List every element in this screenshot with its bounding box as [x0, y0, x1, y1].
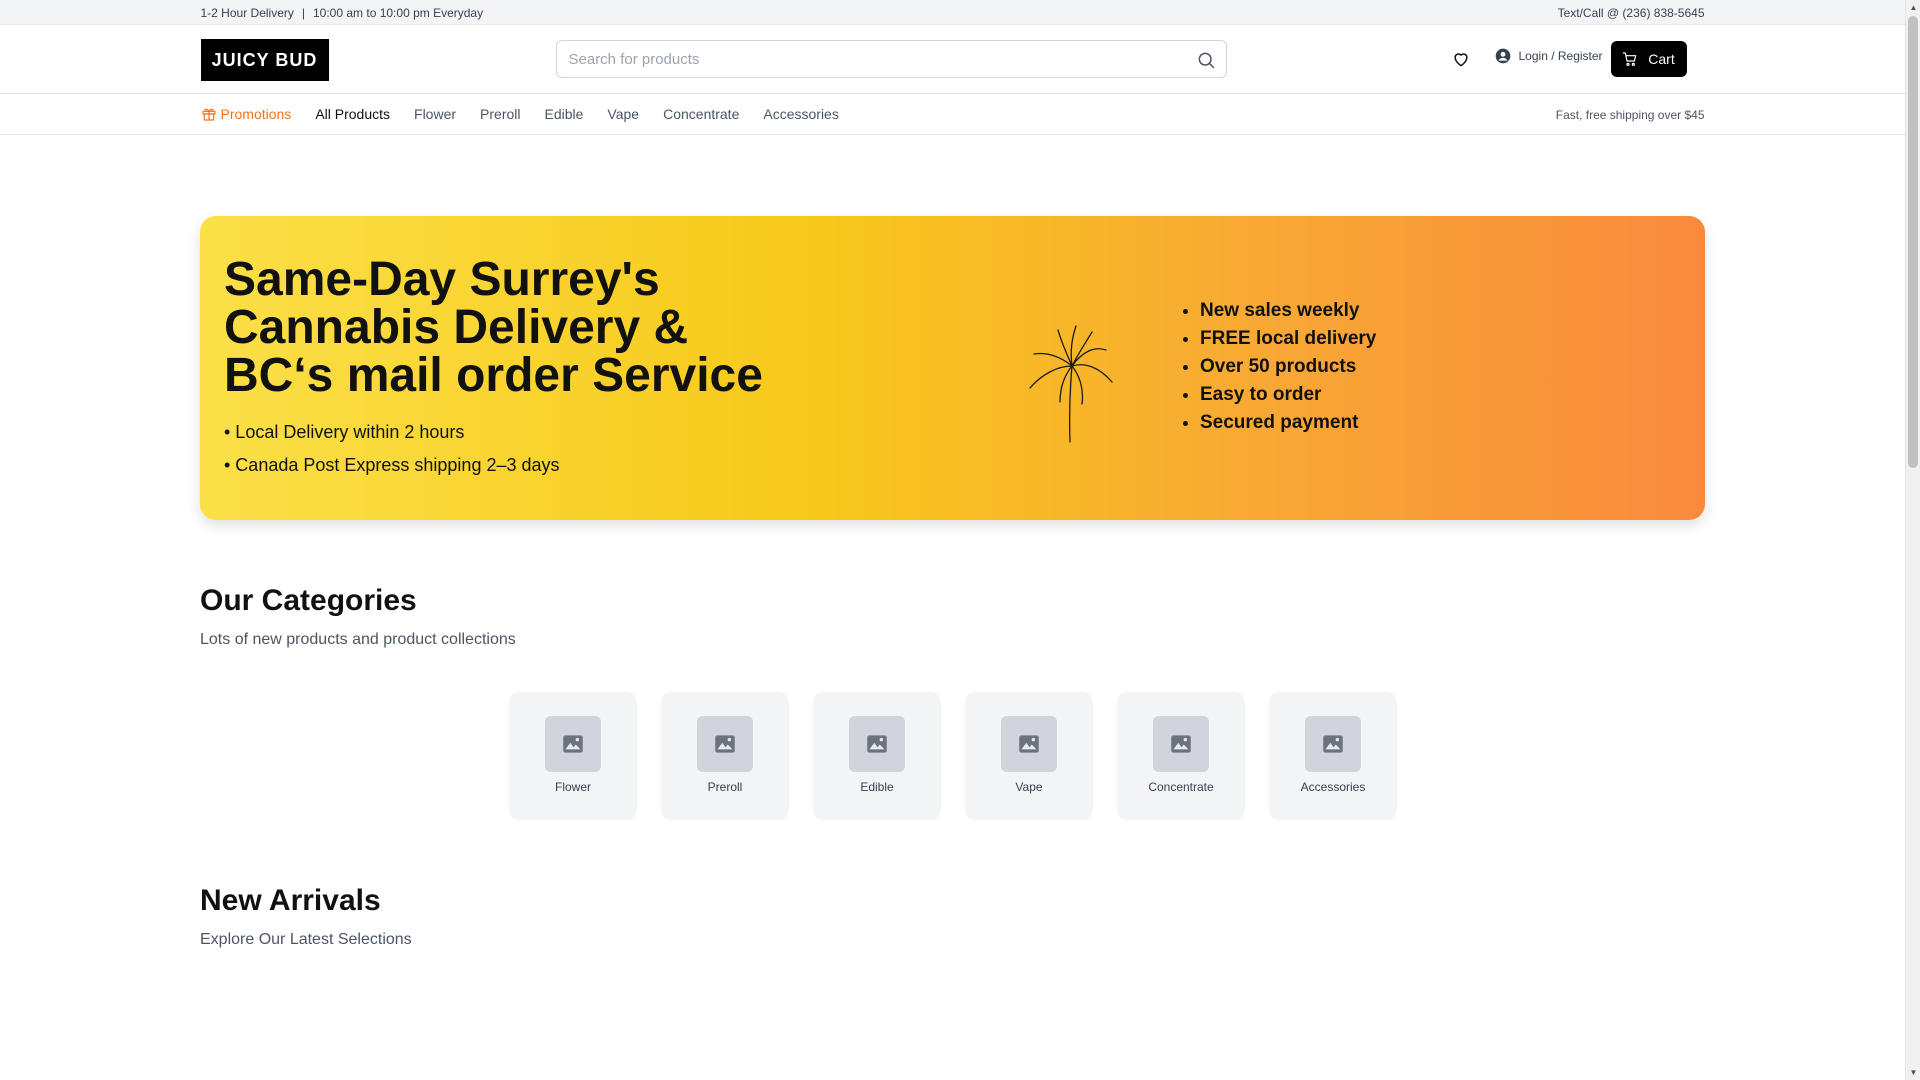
hero-lines: • Local Delivery within 2 hours • Canada… — [224, 422, 560, 488]
category-card-concentrate[interactable]: Concentrate — [1117, 692, 1245, 820]
scroll-down-arrow-icon[interactable]: ▼ — [1906, 1065, 1920, 1080]
gift-icon — [201, 108, 216, 121]
image-placeholder-icon — [1001, 716, 1057, 772]
category-card-accessories[interactable]: Accessories — [1269, 692, 1397, 820]
hero-feature: FREE local delivery — [1200, 328, 1376, 350]
hero-feature: Over 50 products — [1200, 356, 1376, 378]
nav-item-flower[interactable]: Flower — [414, 106, 456, 122]
nav-item-edible[interactable]: Edible — [545, 106, 584, 122]
nav-item-vape[interactable]: Vape — [607, 106, 639, 122]
delivery-time: 1-2 Hour Delivery — [200, 6, 294, 20]
category-label: Vape — [1015, 780, 1043, 794]
delivery-info: 1-2 Hour Delivery | 10:00 am to 10:00 pm E… — [201, 6, 484, 20]
category-label: Flower — [554, 780, 591, 794]
heart-icon[interactable] — [1451, 49, 1471, 69]
scrollbar-thumb[interactable] — [1908, 16, 1918, 468]
user-icon — [1495, 48, 1510, 64]
nav-item-all-products[interactable]: All Products — [315, 106, 390, 122]
new-arrivals-subtitle: Explore Our Latest Selections — [200, 931, 412, 948]
category-card-preroll[interactable]: Preroll — [661, 692, 789, 820]
image-placeholder-icon — [545, 716, 601, 772]
vertical-scrollbar[interactable]: ▲ ▼ — [1905, 0, 1920, 1080]
search-icon[interactable] — [1196, 50, 1216, 70]
scroll-up-arrow-icon[interactable]: ▲ — [1906, 0, 1920, 15]
category-card-edible[interactable]: Edible — [813, 692, 941, 820]
cart-icon — [1622, 52, 1637, 66]
search-box — [555, 40, 1227, 78]
image-placeholder-icon — [1153, 716, 1209, 772]
cart-button[interactable]: Cart — [1610, 41, 1687, 77]
main-nav: Promotions All Products Flower Preroll E… — [0, 93, 1905, 135]
contact-link[interactable]: Text/Call @ (236) 838-5645 — [1558, 6, 1705, 20]
cart-label: Cart — [1648, 51, 1675, 67]
hero-line-shipping: • Canada Post Express shipping 2–3 days — [224, 455, 560, 475]
category-list: Flower Preroll Edible Vape Concentrate A… — [509, 692, 1397, 820]
hero-feature: Secured payment — [1200, 412, 1376, 434]
hero-banner[interactable]: Same-Day Surrey's Cannabis Delivery & BC… — [200, 216, 1705, 520]
category-label: Edible — [860, 780, 894, 794]
top-info-bar: 1-2 Hour Delivery | 10:00 am to 10:00 pm E… — [0, 0, 1905, 25]
header: JUICY BUD Login / Register — [0, 25, 1905, 93]
hero-feature: Easy to order — [1200, 384, 1376, 406]
category-label: Concentrate — [1148, 780, 1214, 794]
new-arrivals-title: New Arrivals — [200, 884, 381, 917]
palm-tree-icon — [1029, 325, 1113, 443]
page: 1-2 Hour Delivery | 10:00 am to 10:00 pm E… — [0, 0, 1905, 1080]
category-label: Accessories — [1300, 780, 1366, 794]
categories-title: Our Categories — [200, 584, 417, 617]
nav-item-accessories[interactable]: Accessories — [763, 106, 838, 122]
hero-title: Same-Day Surrey's Cannabis Delivery & BC… — [224, 253, 763, 402]
nav-label: Promotions — [220, 106, 292, 122]
image-placeholder-icon — [1305, 716, 1361, 772]
nav-item-promotions[interactable]: Promotions — [201, 106, 292, 122]
category-card-flower[interactable]: Flower — [509, 692, 637, 820]
image-placeholder-icon — [849, 716, 905, 772]
nav-item-concentrate[interactable]: Concentrate — [663, 106, 739, 122]
hero-feature-list: New sales weekly FREE local delivery Ove… — [1200, 300, 1376, 440]
categories-subtitle: Lots of new products and product collect… — [200, 631, 516, 648]
hero-feature: New sales weekly — [1200, 300, 1376, 322]
category-card-vape[interactable]: Vape — [965, 692, 1093, 820]
login-label: Login / Register — [1518, 49, 1603, 63]
separator: | — [301, 6, 305, 20]
search-input[interactable] — [568, 41, 1169, 77]
nav-item-preroll[interactable]: Preroll — [480, 106, 520, 122]
logo[interactable]: JUICY BUD — [200, 39, 329, 81]
shipping-note: Fast, free shipping over $45 — [1555, 108, 1705, 122]
login-register-link[interactable]: Login / Register — [1495, 48, 1603, 64]
store-hours: 10:00 am to 10:00 pm Everyday — [313, 6, 484, 20]
image-placeholder-icon — [697, 716, 753, 772]
category-label: Preroll — [707, 780, 743, 794]
hero-line-local: • Local Delivery within 2 hours — [224, 422, 465, 442]
